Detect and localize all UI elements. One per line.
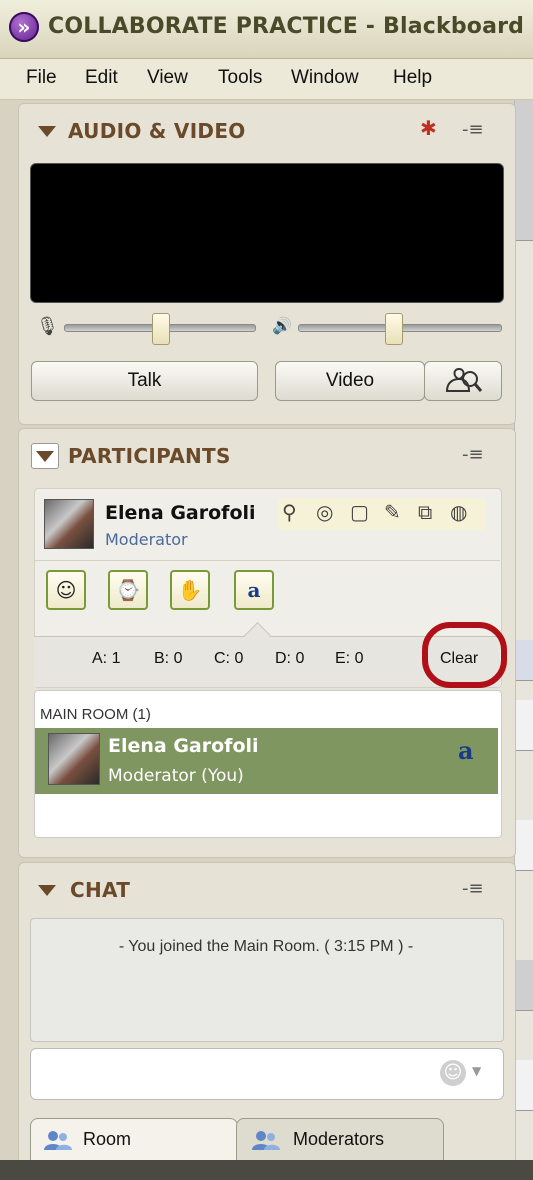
avatar [44, 499, 94, 549]
speaker-icon: 🔊 [272, 316, 292, 335]
tab-room[interactable]: Room [30, 1118, 238, 1161]
whiteboard-permission-icon[interactable]: ✎ [384, 500, 401, 524]
poll-count-e: E: 0 [335, 650, 364, 667]
panel-options-icon[interactable]: -≡ [462, 444, 484, 465]
hand-icon: ✋ [177, 578, 203, 602]
chat-title: CHAT [70, 878, 131, 902]
toolbar-edge [515, 700, 533, 751]
app-logo-icon: » [9, 12, 39, 42]
menu-file[interactable]: File [26, 67, 57, 89]
avatar [48, 733, 100, 785]
collapse-toggle[interactable] [31, 443, 59, 469]
collapse-arrow-icon [36, 451, 54, 462]
poll-count-c: C: 0 [214, 650, 244, 667]
scrollbar[interactable] [515, 100, 533, 241]
menu-edit[interactable]: Edit [85, 67, 118, 89]
collapse-arrow-icon[interactable] [38, 885, 56, 896]
settings-gear-icon[interactable]: ✱ [420, 116, 437, 140]
my-name: Elena Garofoli [105, 502, 256, 524]
menu-bar: File Edit View Tools Window Help [0, 59, 533, 100]
step-away-button[interactable]: ⌚ [108, 570, 148, 610]
video-display [30, 163, 504, 303]
participants-title: PARTICIPANTS [68, 444, 231, 468]
permissions-bar: ⚲ ◎ ▢ ✎ ⧉ ◍ [278, 498, 486, 530]
raise-hand-button[interactable]: ✋ [170, 570, 210, 610]
toolbar-edge [515, 640, 533, 681]
panel-options-icon[interactable]: -≡ [462, 119, 484, 140]
chat-log [30, 918, 504, 1042]
webcam-permission-icon[interactable]: ◎ [316, 500, 333, 524]
menu-tools[interactable]: Tools [218, 67, 262, 89]
away-icon: ⌚ [115, 578, 141, 602]
panel-options-icon[interactable]: -≡ [462, 878, 484, 899]
room-label: MAIN ROOM (1) [40, 706, 151, 723]
tab-moderators-label: Moderators [293, 1129, 385, 1149]
people-icon [252, 1131, 280, 1150]
menu-view[interactable]: View [147, 67, 188, 89]
divider [34, 560, 500, 561]
chat-permission-icon[interactable]: ▢ [350, 500, 369, 524]
toolbar-edge [515, 1060, 533, 1111]
talk-button[interactable]: Talk [31, 361, 258, 401]
microphone-icon: 🎙 [36, 316, 59, 337]
emoticon-picker-icon[interactable]: ☺ [440, 1060, 466, 1086]
chat-message: - You joined the Main Room. ( 3:15 PM ) … [118, 938, 414, 955]
emoticon-button[interactable]: ☺ [46, 570, 86, 610]
menu-help[interactable]: Help [393, 67, 432, 89]
title-bar: » COLLABORATE PRACTICE - Blackboard C [0, 0, 533, 59]
audio-video-title: AUDIO & VIDEO [68, 119, 246, 143]
clear-button[interactable]: Clear [440, 650, 478, 668]
poll-answer-button[interactable]: a [234, 570, 274, 610]
participant-name: Elena Garofoli [108, 735, 259, 757]
my-role: Moderator [105, 530, 188, 549]
speaker-slider-thumb[interactable] [385, 313, 403, 345]
content-panel-edge [514, 100, 533, 1180]
participant-role: Moderator (You) [108, 766, 244, 786]
collapse-arrow-icon[interactable] [38, 126, 56, 137]
chevron-down-icon[interactable]: ▼ [472, 1064, 481, 1078]
poll-count-d: D: 0 [275, 650, 305, 667]
window-title: COLLABORATE PRACTICE - Blackboard C [48, 14, 533, 39]
people-icon [44, 1131, 72, 1150]
video-button[interactable]: Video [275, 361, 425, 401]
tab-moderators[interactable]: Moderators [236, 1118, 444, 1161]
video-preview-button[interactable] [424, 361, 502, 401]
mic-slider-thumb[interactable] [152, 313, 170, 345]
app-share-permission-icon[interactable]: ⧉ [418, 500, 432, 524]
menu-window[interactable]: Window [291, 67, 359, 89]
tab-room-label: Room [83, 1129, 132, 1149]
toolbar-edge [515, 960, 533, 1011]
poll-count-b: B: 0 [154, 650, 183, 667]
video-preview-icon [445, 367, 483, 392]
poll-count-a: A: 1 [92, 650, 121, 667]
web-tour-permission-icon[interactable]: ◍ [450, 500, 467, 524]
status-bar [0, 1160, 533, 1180]
participant-row-selected[interactable] [35, 728, 498, 794]
presenter-permission-icon[interactable]: ⚲ [282, 500, 297, 524]
toolbar-edge [515, 820, 533, 871]
smiley-icon: ☺ [55, 578, 77, 602]
chat-input[interactable] [30, 1048, 504, 1100]
poll-response-badge: a [458, 736, 474, 765]
